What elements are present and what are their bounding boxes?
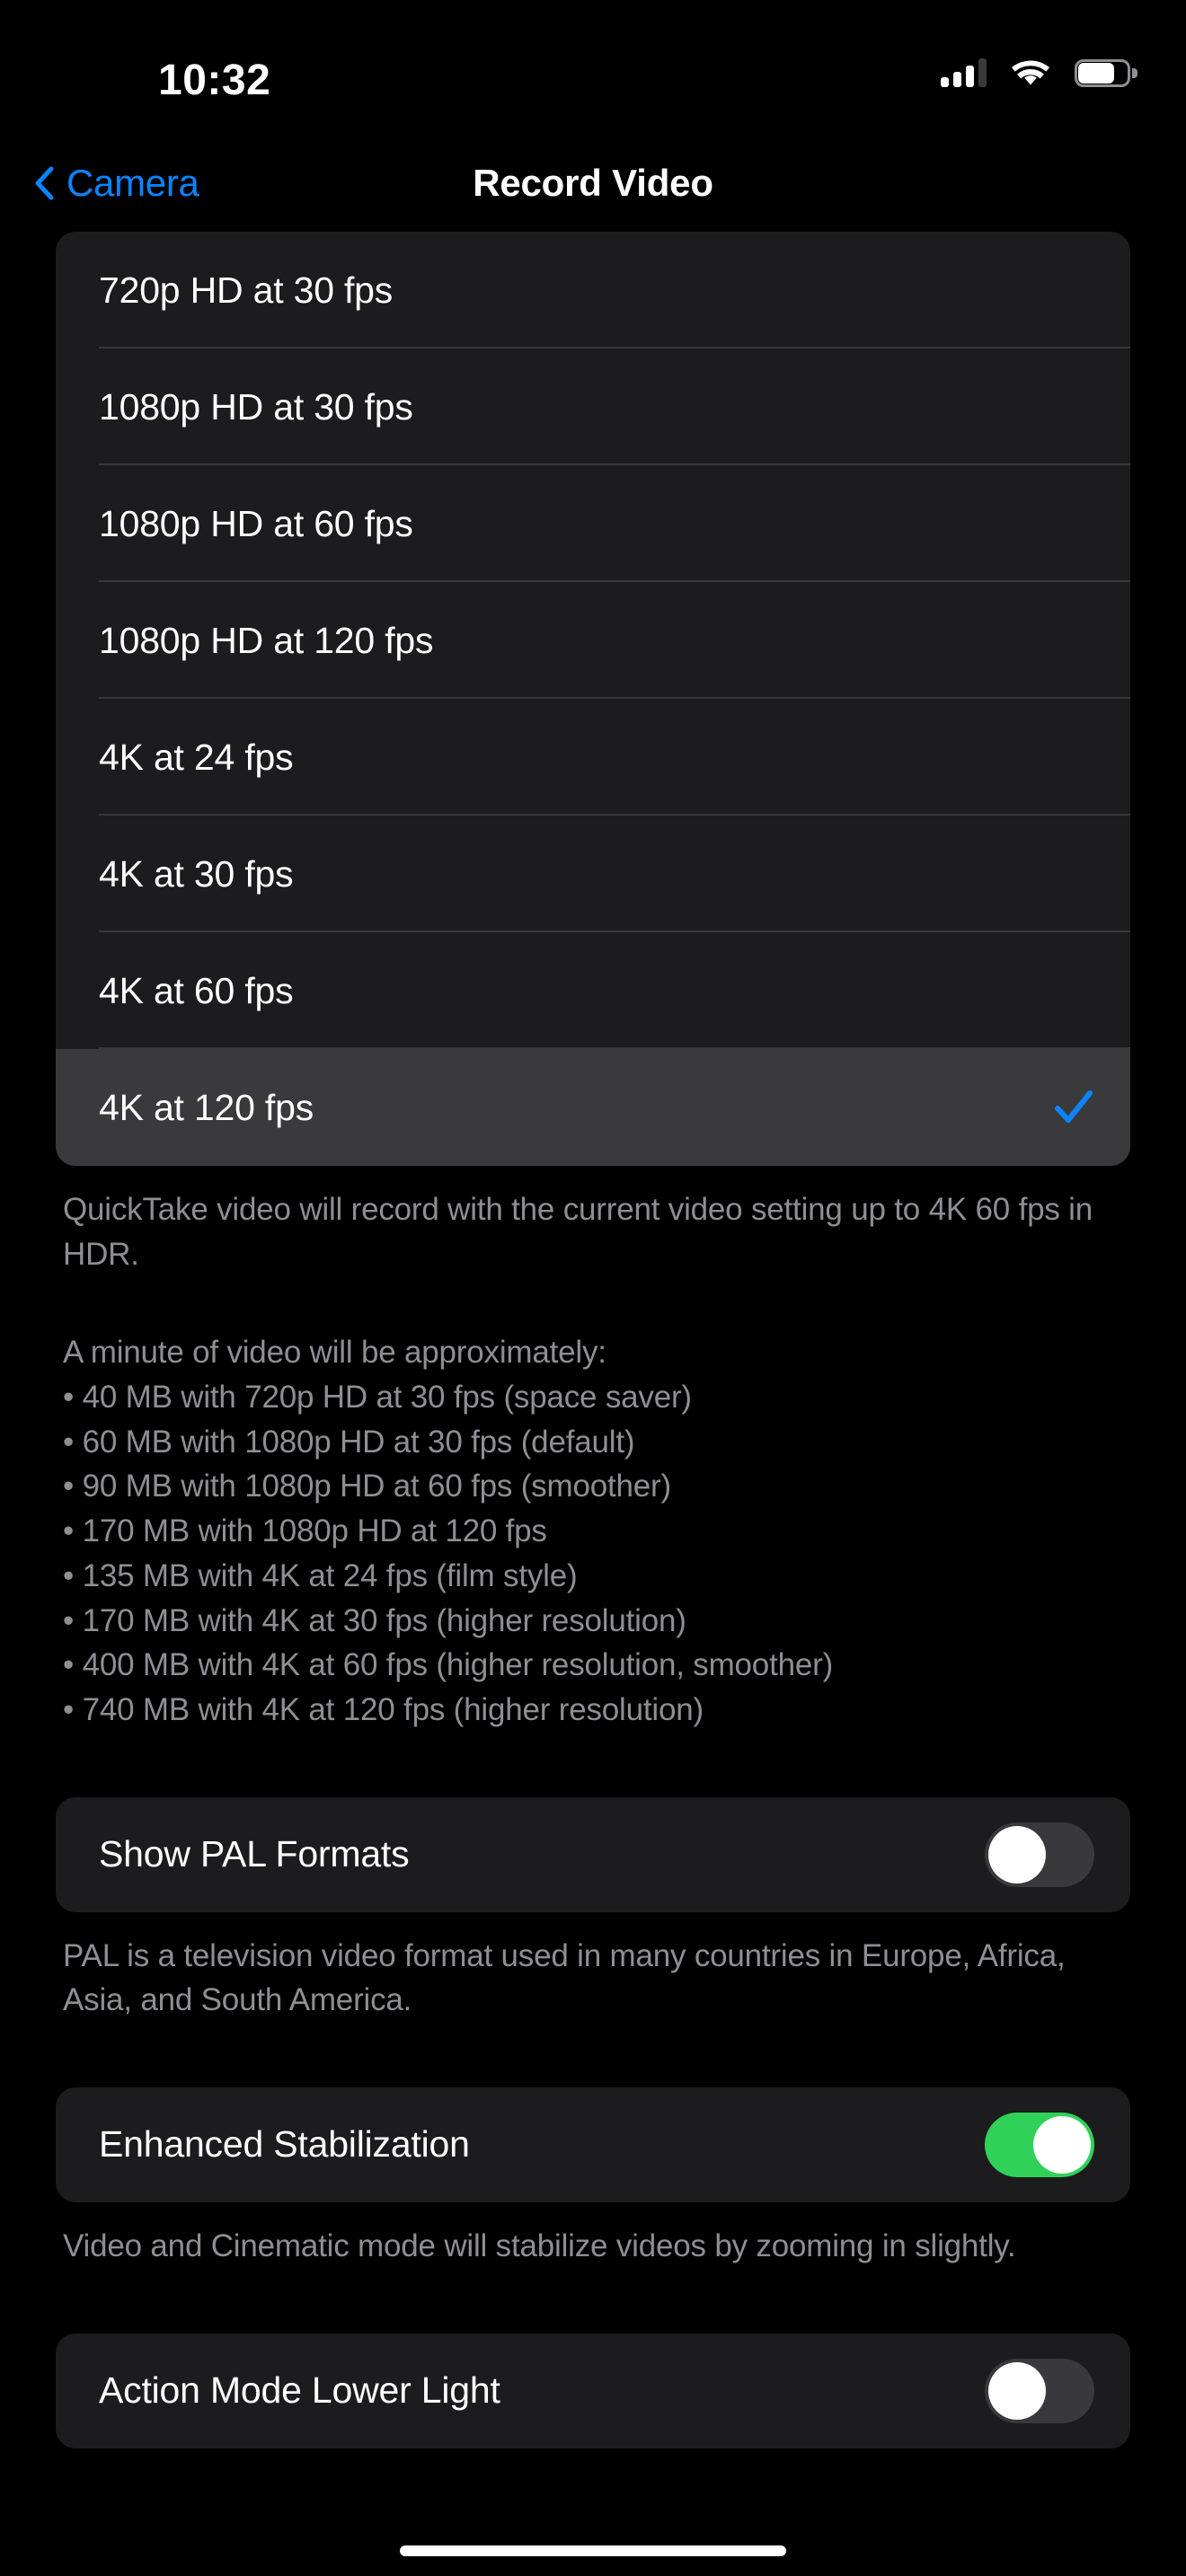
- format-option-label: 1080p HD at 30 fps: [99, 385, 413, 428]
- format-option-label: 4K at 60 fps: [99, 969, 294, 1011]
- format-option-row[interactable]: 1080p HD at 120 fps: [56, 582, 1130, 699]
- sizes-intro-text: A minute of video will be approximately:: [63, 1335, 606, 1371]
- settings-content: 720p HD at 30 fps 1080p HD at 30 fps 1080p…: [0, 232, 1186, 2448]
- wifi-icon: [1012, 58, 1049, 87]
- battery-icon: [1075, 58, 1137, 87]
- row-action-mode-lower-light[interactable]: Action Mode Lower Light: [56, 2333, 1130, 2448]
- navigation-bar: Camera Record Video: [0, 135, 1186, 232]
- format-option-row[interactable]: 1080p HD at 30 fps: [56, 348, 1130, 465]
- quicktake-footer-text: QuickTake video will record with the cur…: [63, 1192, 1093, 1272]
- sizes-list-text: • 40 MB with 720p HD at 30 fps (space sa…: [63, 1380, 834, 1727]
- video-format-options-group: 720p HD at 30 fps 1080p HD at 30 fps 1080p…: [56, 232, 1130, 1166]
- home-indicator[interactable]: [400, 2545, 786, 2556]
- pal-footer-text: PAL is a television video format used in…: [63, 1937, 1066, 2018]
- enhanced-stabilization-toggle[interactable]: [985, 2112, 1094, 2177]
- row-show-pal-formats[interactable]: Show PAL Formats: [56, 1797, 1130, 1912]
- format-option-row[interactable]: 720p HD at 30 fps: [56, 232, 1130, 348]
- format-option-label: 1080p HD at 120 fps: [99, 619, 434, 661]
- toggle-knob: [988, 2361, 1046, 2420]
- page-title: Record Video: [473, 162, 713, 204]
- format-option-label: 1080p HD at 60 fps: [99, 502, 413, 544]
- format-option-row[interactable]: 4K at 60 fps: [56, 932, 1130, 1049]
- enhanced-stabilization-label: Enhanced Stabilization: [99, 2123, 470, 2166]
- action-mode-group: Action Mode Lower Light: [56, 2333, 1130, 2448]
- enhanced-stabilization-group: Enhanced Stabilization: [56, 2086, 1130, 2202]
- format-option-row[interactable]: 1080p HD at 60 fps: [56, 465, 1130, 582]
- status-bar: 10:32: [0, 0, 1186, 135]
- checkmark-icon: [1053, 1087, 1094, 1128]
- show-pal-formats-label: Show PAL Formats: [99, 1833, 410, 1875]
- format-option-label: 4K at 30 fps: [99, 852, 294, 895]
- format-option-row[interactable]: 4K at 30 fps: [56, 816, 1130, 932]
- toggle-knob: [988, 1825, 1046, 1883]
- action-mode-lower-light-toggle[interactable]: [985, 2358, 1094, 2423]
- format-option-label: 4K at 24 fps: [99, 736, 294, 778]
- stabilization-footer-text: Video and Cinematic mode will stabilize …: [63, 2228, 1016, 2263]
- status-bar-icons: [941, 52, 1137, 93]
- status-bar-time: 10:32: [158, 57, 271, 104]
- format-option-row[interactable]: 4K at 120 fps: [56, 1049, 1130, 1166]
- show-pal-formats-toggle[interactable]: [985, 1822, 1094, 1887]
- row-enhanced-stabilization[interactable]: Enhanced Stabilization: [56, 2087, 1130, 2202]
- pal-formats-group: Show PAL Formats: [56, 1796, 1130, 1912]
- format-option-row[interactable]: 4K at 24 fps: [56, 699, 1130, 816]
- cellular-signal-icon: [941, 58, 987, 87]
- action-mode-lower-light-label: Action Mode Lower Light: [99, 2369, 500, 2412]
- toggle-knob: [1033, 2115, 1091, 2174]
- format-option-label: 720p HD at 30 fps: [99, 269, 394, 311]
- format-option-label: 4K at 120 fps: [99, 1086, 314, 1128]
